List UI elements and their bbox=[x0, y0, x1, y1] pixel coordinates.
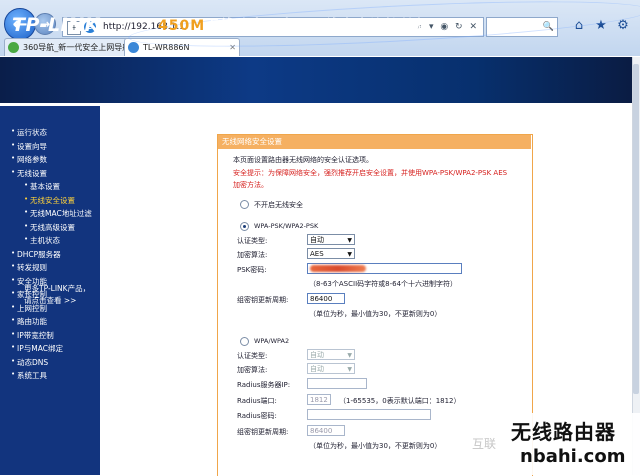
psk-enc-value: AES bbox=[310, 250, 324, 258]
wpa-enc-value: 自动 bbox=[310, 365, 324, 373]
wpa-enc-label: 加密算法: bbox=[237, 366, 268, 374]
ie-tab-icon bbox=[128, 42, 139, 53]
radius-ip-input[interactable] bbox=[307, 378, 367, 389]
sidebar-item[interactable]: 路由功能 bbox=[11, 316, 47, 327]
watermark-line-1: 无线路由器 bbox=[511, 420, 616, 444]
sidebar-item[interactable]: 无线设置 bbox=[11, 168, 47, 179]
warning-line-2: 加密方法。 bbox=[233, 181, 268, 189]
chevron-down-icon: ▼ bbox=[347, 366, 352, 373]
slogan-text: 无线速率，实现无线自由连接梦想 bbox=[205, 18, 431, 34]
sidebar-item[interactable]: 运行状态 bbox=[11, 127, 47, 138]
option-no-security-label: 不开启无线安全 bbox=[254, 201, 303, 209]
more-line-2: 请点击查看 >> bbox=[24, 296, 77, 305]
tp-link-logo: TP-LINK bbox=[12, 14, 100, 36]
radius-port-input[interactable]: 1812 bbox=[307, 394, 331, 405]
chevron-down-icon: ▼ bbox=[347, 251, 352, 258]
psk-auth-label: 认证类型: bbox=[237, 237, 268, 245]
intro-text: 本页面设置路由器无线网络的安全认证选项。 bbox=[233, 156, 373, 164]
psk-auth-value: 自动 bbox=[310, 236, 324, 244]
speed-text: 450M bbox=[158, 18, 206, 34]
sidebar-item[interactable]: 转发规则 bbox=[11, 262, 47, 273]
sidebar-item[interactable]: 动态DNS bbox=[11, 357, 48, 368]
watermark-left-text: 互联 bbox=[472, 437, 497, 451]
psk-password-hint: （8-63个ASCII码字符或8-64个十六进制字符） bbox=[309, 280, 458, 288]
radius-ip-label: Radius服务器IP: bbox=[237, 381, 291, 389]
more-line-1: 更多TP-LINK产品， bbox=[24, 284, 91, 293]
panel-title: 无线网络安全设置 bbox=[218, 135, 531, 149]
router-banner bbox=[0, 57, 632, 103]
watermark-line-2: nbahi.com bbox=[520, 446, 626, 467]
radius-password-input[interactable] bbox=[307, 409, 431, 420]
radius-port-hint: （1-65535，0表示默认端口：1812） bbox=[339, 397, 461, 405]
psk-renew-label: 组密钥更新周期: bbox=[237, 296, 289, 304]
radio-wpa-psk[interactable] bbox=[240, 222, 249, 231]
sidebar-item[interactable]: 网络参数 bbox=[11, 154, 47, 165]
sidebar-item[interactable]: DHCP服务器 bbox=[11, 249, 61, 260]
wpa-auth-select[interactable]: 自动 ▼ bbox=[307, 349, 355, 360]
sidebar-item[interactable]: 系统工具 bbox=[11, 370, 47, 381]
radius-password-label: Radius密码: bbox=[237, 412, 277, 420]
sidebar-item[interactable]: IP与MAC绑定 bbox=[11, 343, 63, 354]
tab-360-nav[interactable]: 360导航_新一代安全上网导航 bbox=[4, 38, 142, 56]
wpa-auth-label: 认证类型: bbox=[237, 352, 268, 360]
sidebar-item[interactable]: 无线MAC地址过滤 bbox=[24, 208, 92, 219]
sidebar-item[interactable]: 主机状态 bbox=[24, 235, 60, 246]
sidebar-item[interactable]: 无线安全设置 bbox=[24, 195, 75, 206]
settings-gear-icon[interactable]: ⚙ bbox=[616, 19, 630, 33]
radio-wpa[interactable] bbox=[240, 337, 249, 346]
more-products-link[interactable]: 更多TP-LINK产品， 请点击查看 >> bbox=[24, 283, 90, 307]
psk-auth-select[interactable]: 自动 ▼ bbox=[307, 234, 355, 245]
banner-slogan: 450M无线速率，实现无线自由连接梦想 bbox=[158, 15, 430, 35]
radio-no-security[interactable] bbox=[240, 200, 249, 209]
redacted-password-scribble bbox=[310, 265, 366, 272]
wpa-auth-value: 自动 bbox=[310, 351, 324, 359]
wpa-enc-select[interactable]: 自动 ▼ bbox=[307, 363, 355, 374]
warning-line-1: 安全提示：为保障网络安全，强烈推荐开启安全设置，并使用WPA-PSK/WPA2-… bbox=[233, 169, 508, 177]
option-wpa-psk-label: WPA-PSK/WPA2-PSK bbox=[254, 222, 319, 230]
radius-port-label: Radius端口: bbox=[237, 397, 277, 405]
psk-enc-label: 加密算法: bbox=[237, 251, 268, 259]
psk-enc-select[interactable]: AES ▼ bbox=[307, 248, 355, 259]
chevron-down-icon: ▼ bbox=[347, 237, 352, 244]
sidebar-item[interactable]: 基本设置 bbox=[24, 181, 60, 192]
360-icon bbox=[8, 42, 19, 53]
chevron-down-icon: ▼ bbox=[347, 352, 352, 359]
wpa-renew-hint: （单位为秒，最小值为30，不更新则为0） bbox=[309, 442, 442, 450]
psk-renew-hint: （单位为秒，最小值为30，不更新则为0） bbox=[309, 310, 442, 318]
option-wpa-label: WPA/WPA2 bbox=[254, 337, 290, 345]
sidebar-item[interactable]: IP带宽控制 bbox=[11, 330, 54, 341]
sidebar-item[interactable]: 无线高级设置 bbox=[24, 222, 75, 233]
wpa-renew-label: 组密钥更新周期: bbox=[237, 428, 289, 436]
psk-renew-input[interactable]: 86400 bbox=[307, 293, 345, 304]
psk-password-label: PSK密码: bbox=[237, 266, 267, 274]
sidebar-item[interactable]: 设置向导 bbox=[11, 141, 47, 152]
wpa-renew-input[interactable]: 86400 bbox=[307, 425, 345, 436]
tab-label: 360导航_新一代安全上网导航 bbox=[23, 43, 131, 52]
banner-bottom-strip bbox=[0, 103, 632, 117]
scrollbar-thumb[interactable] bbox=[633, 64, 639, 394]
